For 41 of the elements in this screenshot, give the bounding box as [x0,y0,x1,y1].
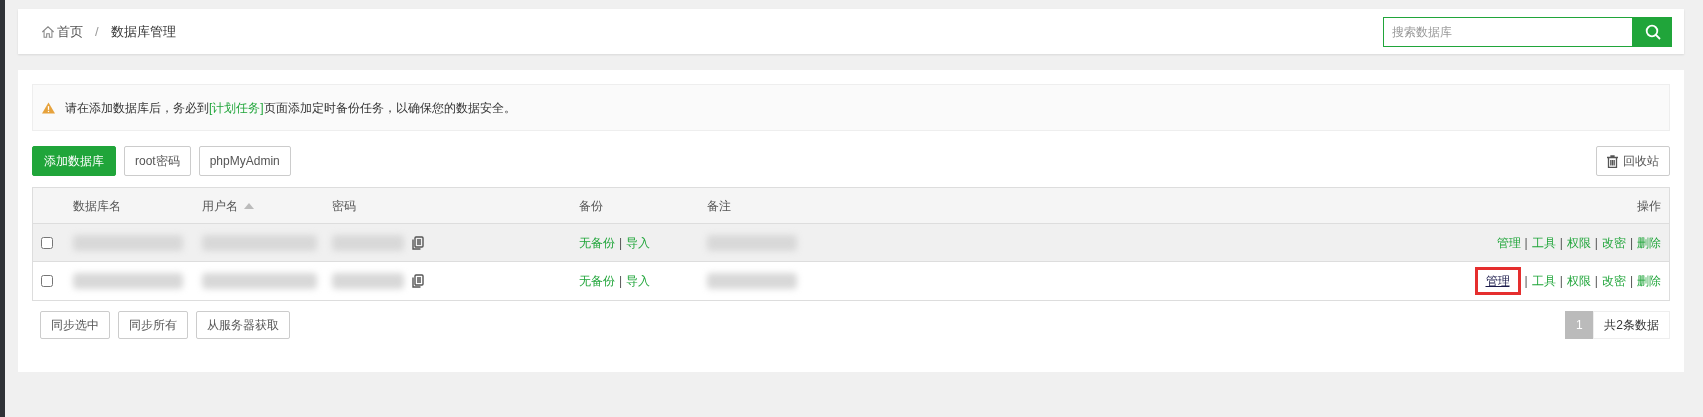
search-field[interactable]: 搜索数据库 [1383,16,1633,47]
row-checkbox[interactable] [41,236,53,249]
table-row[interactable]: 无备份 | 导入 管理 | 工具 | 权限 | 改密 | 删除 [33,224,1669,262]
link-separator: | [1629,234,1633,252]
breadcrumb-link[interactable]: 数据库管理 [110,21,176,42]
sync-button[interactable]: 同步选中 [40,311,110,339]
sync-button[interactable]: 同步所有 [118,311,188,339]
link-separator: | [1559,273,1563,290]
notice-text: 请在添加数据库后，务必到[计划任务]页面添加定时备份任务，以确保您的数据安全。 [65,99,516,117]
toolbar-button[interactable]: phpMyAdmin [198,146,291,176]
link-separator: | [619,234,623,252]
column-header[interactable]: 数据库名 [73,196,121,215]
link-separator: | [1594,273,1598,290]
home-icon [41,24,55,39]
search-button[interactable] [1633,16,1672,47]
redacted-password [332,273,404,289]
link-separator: | [1594,234,1598,252]
copy-icon[interactable] [412,235,424,250]
column-header[interactable]: 密码 [332,196,356,215]
row-checkbox[interactable] [41,275,53,287]
recycle-bin-button[interactable]: 回收站 [1596,146,1670,176]
record-count: 共2条数据 [1593,311,1670,339]
breadcrumb-separator: / [95,22,99,41]
sort-up-icon [244,202,254,209]
link-separator: | [619,273,623,290]
breadcrumb-link[interactable]: 首页 [57,21,83,42]
link-separator: | [1524,273,1528,290]
action-link[interactable]: 管理 [1474,267,1521,295]
sync-button[interactable]: 从服务器获取 [196,311,290,339]
trash-icon [1607,154,1618,168]
link-separator: | [1559,234,1563,252]
column-header[interactable]: 备注 [707,196,731,215]
link-separator: | [1524,234,1528,252]
link-separator: | [1629,273,1633,290]
column-header[interactable]: 备份 [579,196,603,215]
column-header[interactable]: 操作 [1637,196,1661,215]
column-header[interactable]: 用户名 [202,196,254,215]
toolbar-button[interactable]: root密码 [124,146,191,176]
copy-icon[interactable] [412,274,424,288]
warning-icon [42,101,55,114]
search-icon [1644,23,1661,40]
